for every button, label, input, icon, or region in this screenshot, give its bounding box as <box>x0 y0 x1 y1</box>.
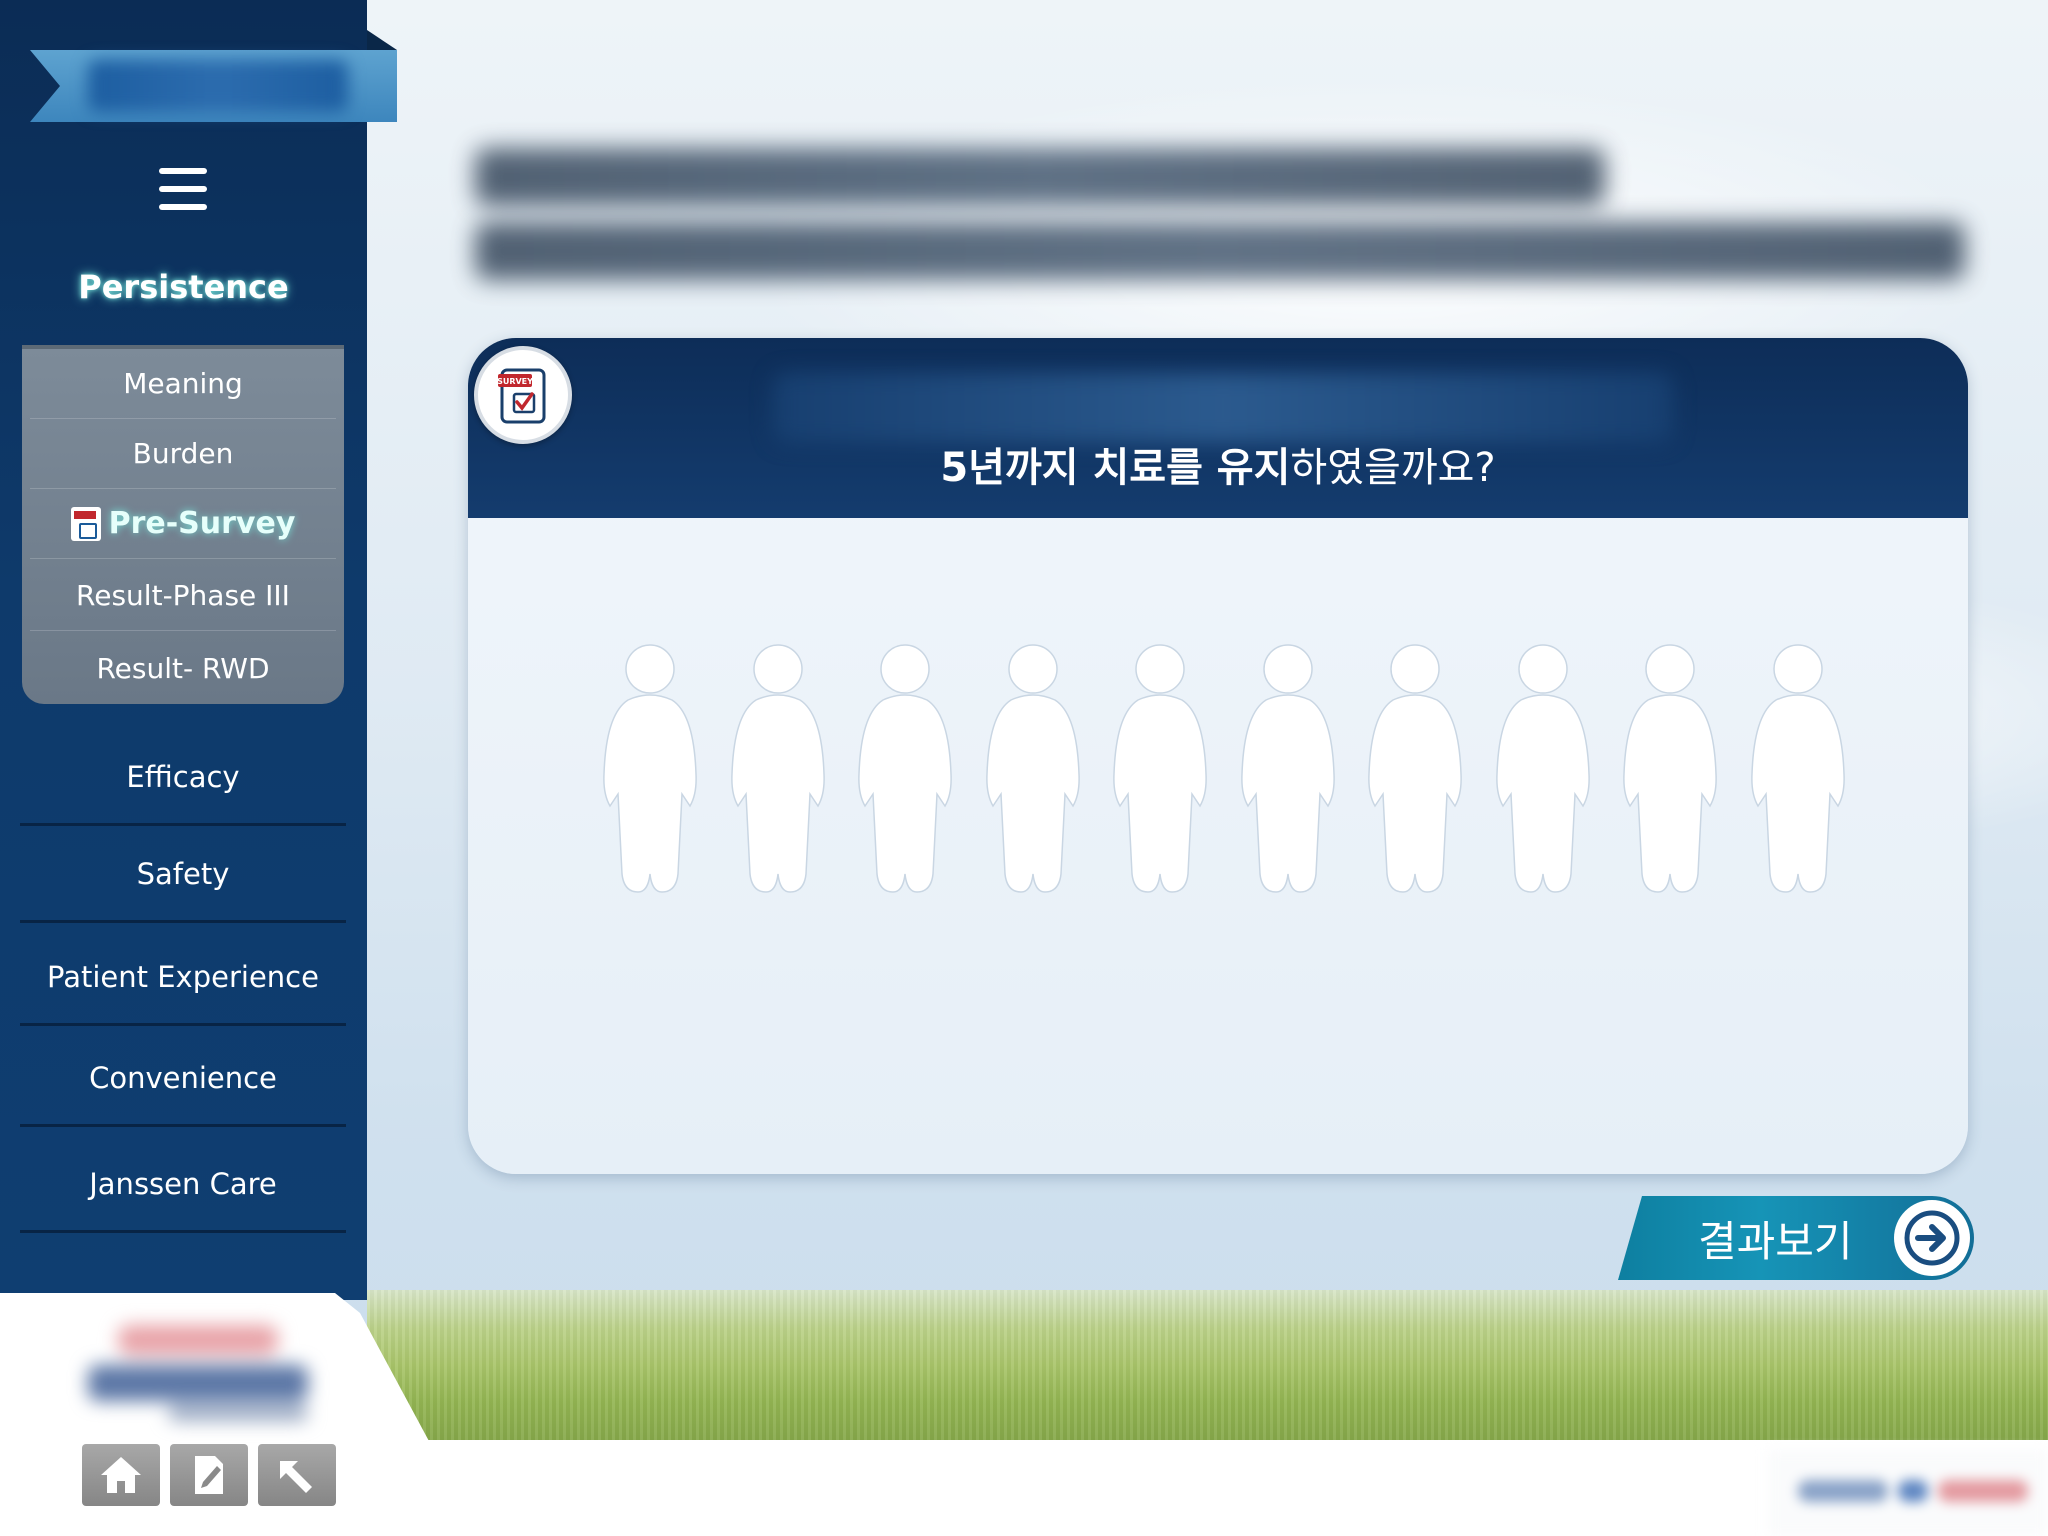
person-figure[interactable] <box>855 644 955 894</box>
note-button[interactable] <box>170 1444 248 1506</box>
survey-card-header: 5년까지 치료를 유지하였을까요? <box>468 338 1968 518</box>
back-button[interactable] <box>258 1444 336 1506</box>
person-icon <box>1496 644 1590 893</box>
view-results-label: 결과보기 <box>1698 1217 1853 1266</box>
submenu-item-pre-survey[interactable]: Pre-Survey <box>30 489 336 559</box>
survey-question: 5년까지 치료를 유지하였을까요? <box>468 435 1968 493</box>
arrow-right-icon <box>1894 1200 1970 1276</box>
page-heading-blurred <box>475 140 1975 290</box>
submenu-item-label: Burden <box>132 437 234 470</box>
nav-item-patient-experience[interactable]: Patient Experience <box>20 930 346 1026</box>
nav-item-safety[interactable]: Safety <box>20 827 346 923</box>
person-icon <box>1241 644 1335 893</box>
nav-item-label: Convenience <box>89 1060 277 1095</box>
person-figure[interactable] <box>1620 644 1720 894</box>
submenu-item-meaning[interactable]: Meaning <box>30 349 336 419</box>
nav-item-label: Patient Experience <box>47 959 319 994</box>
survey-icon: SURVEY <box>497 368 546 424</box>
submenu-item-result-phase-iii[interactable]: Result-Phase III <box>30 561 336 631</box>
person-icon <box>603 644 697 893</box>
nav-item-label: Janssen Care <box>89 1166 277 1201</box>
submenu-item-result-rwd[interactable]: Result- RWD <box>30 633 336 703</box>
view-results-button[interactable]: 결과보기 <box>1618 1196 1974 1280</box>
survey-question-rest: 하였을까요? <box>1290 445 1496 491</box>
submenu-item-label: Result- RWD <box>96 651 270 685</box>
nav-item-label: Safety <box>136 856 230 891</box>
note-edit-icon <box>195 1456 223 1494</box>
card-subtitle-blurred <box>773 373 1673 443</box>
person-icon <box>1751 644 1845 893</box>
person-icon <box>1368 644 1462 893</box>
survey-icon <box>70 506 101 541</box>
submenu-panel: Meaning Burden Pre-Survey Result-Phase I… <box>22 345 344 704</box>
person-icon <box>1113 644 1207 893</box>
person-figure[interactable] <box>1110 644 1210 894</box>
ribbon-text-blurred <box>88 60 348 112</box>
person-figure[interactable] <box>1493 644 1593 894</box>
people-selector <box>600 644 1860 894</box>
person-figure[interactable] <box>1238 644 1338 894</box>
nav-item-label: Efficacy <box>126 759 240 794</box>
person-icon <box>1623 644 1717 893</box>
submenu-item-label: Result-Phase III <box>76 579 290 612</box>
person-figure[interactable] <box>728 644 828 894</box>
section-title: Persistence <box>78 268 289 306</box>
person-figure[interactable] <box>600 644 700 894</box>
submenu-item-label: Pre-Survey <box>108 506 296 541</box>
back-arrow-icon <box>280 1461 312 1493</box>
person-icon <box>858 644 952 893</box>
grass-field-background <box>367 1290 2048 1440</box>
person-icon <box>731 644 825 893</box>
person-figure[interactable] <box>1748 644 1848 894</box>
nav-item-efficacy[interactable]: Efficacy <box>20 730 346 826</box>
person-icon <box>986 644 1080 893</box>
corner-logo-blurred <box>1768 1450 2048 1536</box>
home-icon <box>101 1457 141 1493</box>
company-logo-blurred <box>78 1310 334 1430</box>
submenu-item-burden[interactable]: Burden <box>30 419 336 489</box>
survey-question-emphasis: 5년까지 치료를 유지 <box>940 445 1291 491</box>
home-button[interactable] <box>82 1444 160 1506</box>
person-figure[interactable] <box>983 644 1083 894</box>
nav-item-convenience[interactable]: Convenience <box>20 1031 346 1127</box>
survey-badge: SURVEY <box>474 346 572 444</box>
survey-badge-text: SURVEY <box>497 377 533 386</box>
hamburger-menu-icon[interactable] <box>159 168 207 210</box>
person-figure[interactable] <box>1365 644 1465 894</box>
nav-item-janssen-care[interactable]: Janssen Care <box>20 1137 346 1233</box>
submenu-item-label: Meaning <box>123 367 243 400</box>
